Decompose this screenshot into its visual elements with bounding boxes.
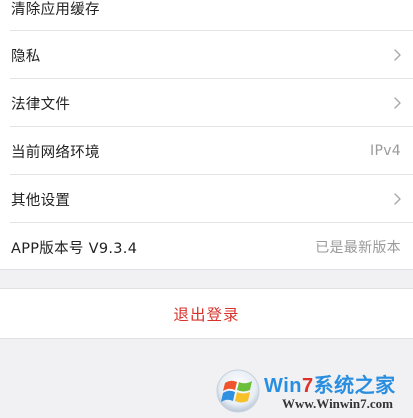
windows-logo-icon xyxy=(216,369,260,413)
chevron-right-icon xyxy=(394,97,401,109)
settings-item-label: APP版本号 V9.3.4 xyxy=(11,240,138,257)
network-type-value: IPv4 xyxy=(370,143,401,159)
settings-item-label: 清除应用缓存 xyxy=(11,2,100,18)
settings-item-clear-cache[interactable]: 清除应用缓存 xyxy=(0,0,413,31)
settings-item-other-settings[interactable]: 其他设置 xyxy=(0,175,413,223)
section-divider xyxy=(0,269,413,289)
settings-item-network: 当前网络环境 IPv4 xyxy=(0,127,413,175)
settings-item-app-version[interactable]: APP版本号 V9.3.4 已是最新版本 xyxy=(0,223,413,271)
version-status-value: 已是最新版本 xyxy=(315,240,401,256)
watermark-title: Win7系统之家 xyxy=(264,369,396,398)
settings-item-legal-documents[interactable]: 法律文件 xyxy=(0,79,413,127)
settings-item-label: 当前网络环境 xyxy=(11,144,100,161)
chevron-right-icon xyxy=(394,193,401,205)
settings-item-label: 其他设置 xyxy=(11,192,71,209)
logout-button[interactable]: 退出登录 xyxy=(0,289,413,339)
chevron-right-icon xyxy=(394,49,401,61)
watermark-url: Www.Winwin7.com xyxy=(282,396,393,411)
watermark: Win7系统之家 Www.Winwin7.com xyxy=(214,364,413,418)
settings-item-label: 隐私 xyxy=(11,48,41,65)
watermark-title-seven: 7 xyxy=(301,375,314,397)
settings-item-label: 法律文件 xyxy=(11,96,71,113)
settings-list: 清除应用缓存 隐私 法律文件 当前网络环境 IPv4 其他设置 APP版本号 V… xyxy=(0,0,413,271)
settings-item-privacy[interactable]: 隐私 xyxy=(0,31,413,79)
watermark-title-prefix: Win xyxy=(264,375,302,397)
watermark-title-suffix: 系统之家 xyxy=(313,375,396,397)
logout-label: 退出登录 xyxy=(173,305,240,324)
